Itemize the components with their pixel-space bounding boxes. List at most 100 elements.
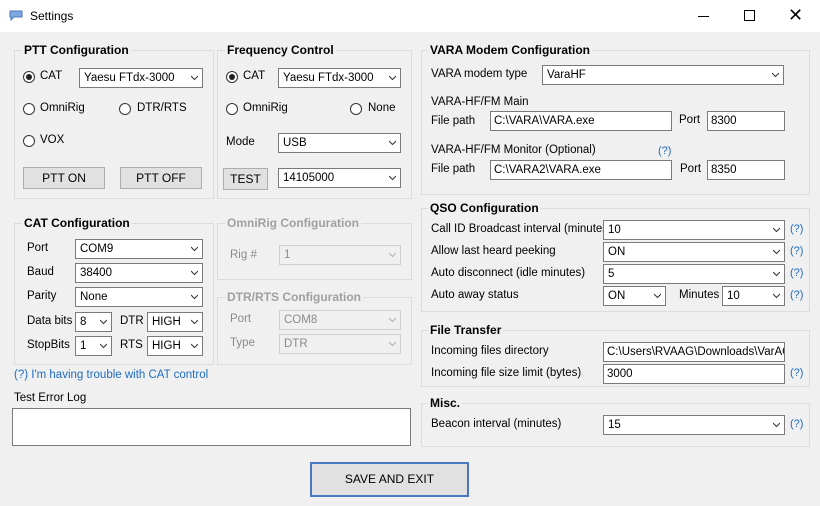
ptt-cat-radio[interactable]	[23, 71, 35, 83]
ptt-off-button[interactable]: PTT OFF	[120, 167, 202, 189]
minimize-icon	[698, 16, 709, 17]
ptt-radio-model-value: Yaesu FTdx-3000	[84, 72, 175, 84]
ft-limit-help-link[interactable]: (?)	[790, 367, 803, 379]
ptt-vox-radio[interactable]	[23, 135, 35, 147]
ptt-omnirig-radio[interactable]	[23, 103, 35, 115]
cat-config-title: CAT Configuration	[22, 216, 132, 230]
dtrrts-config-title: DTR/RTS Configuration	[225, 290, 363, 304]
qso-callid-help-link[interactable]: (?)	[790, 223, 803, 235]
ft-dir-label: Incoming files directory	[431, 345, 549, 357]
chevron-down-icon	[191, 246, 198, 252]
qso-autoaway-value: ON	[608, 290, 626, 302]
cat-databits-label: Data bits	[27, 315, 73, 327]
freq-omnirig-radio[interactable]	[226, 103, 238, 115]
qso-callid-select[interactable]: 10	[603, 220, 785, 240]
cat-stopbits-label: StopBits	[27, 339, 70, 351]
vara-monitor-label: VARA-HF/FM Monitor (Optional)	[431, 144, 596, 156]
ft-dir-input[interactable]: C:\Users\RVAAG\Downloads\VarAC	[603, 342, 785, 362]
cat-stopbits-select[interactable]: 1	[75, 336, 112, 356]
cat-databits-select[interactable]: 8	[75, 312, 112, 332]
qso-lastheard-select[interactable]: ON	[603, 242, 785, 262]
dtrrts-type-label: Type	[230, 337, 255, 349]
chat-bubble-icon	[9, 10, 23, 21]
chevron-down-icon	[389, 140, 396, 146]
vara-main-port-value: 8300	[711, 115, 737, 127]
qso-minutes-value: 10	[727, 290, 740, 302]
dtrrts-config-group	[217, 297, 412, 365]
cat-parity-value: None	[80, 291, 108, 303]
chevron-down-icon	[389, 175, 396, 181]
misc-beacon-help-link[interactable]: (?)	[790, 418, 803, 430]
chevron-down-icon	[191, 294, 198, 300]
chevron-down-icon	[191, 343, 198, 349]
save-and-exit-button[interactable]: SAVE AND EXIT	[310, 462, 469, 497]
freq-frequency-value: 14105000	[283, 172, 335, 184]
maximize-icon	[744, 10, 755, 21]
misc-beacon-value: 15	[608, 419, 621, 431]
cat-trouble-link[interactable]: (?) I'm having trouble with CAT control	[14, 369, 208, 381]
vara-type-label: VARA modem type	[431, 68, 528, 80]
chevron-down-icon	[191, 319, 198, 325]
cat-port-label: Port	[27, 242, 49, 254]
vara-main-port-input[interactable]: 8300	[707, 111, 785, 131]
chevron-down-icon	[773, 249, 780, 255]
vara-main-port-label: Port	[679, 114, 701, 126]
vara-config-title: VARA Modem Configuration	[428, 43, 592, 57]
qso-callid-label: Call ID Broadcast interval (minutes)	[431, 223, 612, 235]
error-log-textarea[interactable]	[12, 408, 411, 446]
chevron-down-icon	[191, 270, 198, 276]
freq-frequency-select[interactable]: 14105000	[278, 168, 401, 188]
freq-none-label: None	[368, 102, 396, 114]
cat-baud-value: 38400	[80, 267, 112, 279]
dtrrts-type-select[interactable]: DTR	[279, 334, 401, 354]
chevron-down-icon	[654, 293, 661, 299]
cat-rts-select[interactable]: HIGH	[147, 336, 203, 356]
ft-limit-value: 3000	[607, 368, 633, 380]
qso-autoaway-select[interactable]: ON	[603, 286, 666, 306]
qso-lastheard-help-link[interactable]: (?)	[790, 245, 803, 257]
vara-main-filepath-label: File path	[431, 115, 476, 127]
omnirig-config-title: OmniRig Configuration	[225, 216, 361, 230]
vara-monitor-port-input[interactable]: 8350	[707, 160, 785, 180]
vara-monitor-help-link[interactable]: (?)	[658, 145, 671, 157]
cat-parity-select[interactable]: None	[75, 287, 203, 307]
misc-beacon-select[interactable]: 15	[603, 415, 785, 435]
freq-radio-model-select[interactable]: Yaesu FTdx-3000	[278, 68, 401, 88]
freq-mode-value: USB	[283, 137, 307, 149]
cat-baud-select[interactable]: 38400	[75, 263, 203, 283]
ptt-dtrrts-radio[interactable]	[119, 103, 131, 115]
ptt-radio-model-select[interactable]: Yaesu FTdx-3000	[79, 68, 203, 88]
vara-main-filepath-input[interactable]: C:\VARA\VARA.exe	[490, 111, 672, 131]
cat-rts-value: HIGH	[152, 340, 181, 352]
vara-type-select[interactable]: VaraHF	[542, 65, 784, 85]
vara-monitor-filepath-input[interactable]: C:\VARA2\VARA.exe	[490, 160, 672, 180]
chevron-down-icon	[100, 343, 107, 349]
vara-monitor-port-label: Port	[680, 163, 702, 175]
maximize-button[interactable]	[726, 0, 772, 32]
ptt-on-button[interactable]: PTT ON	[23, 167, 105, 189]
freq-omnirig-label: OmniRig	[243, 102, 288, 114]
freq-none-radio[interactable]	[350, 103, 362, 115]
dtrrts-port-select[interactable]: COM8	[279, 310, 401, 330]
freq-cat-radio[interactable]	[226, 71, 238, 83]
freq-cat-label: CAT	[243, 70, 266, 82]
vara-type-value: VaraHF	[547, 69, 586, 81]
omnirig-rig-select[interactable]: 1	[279, 245, 401, 265]
freq-test-button[interactable]: TEST	[223, 168, 268, 190]
cat-dtr-select[interactable]: HIGH	[147, 312, 203, 332]
cat-port-select[interactable]: COM9	[75, 239, 203, 259]
qso-minutes-select[interactable]: 10	[722, 286, 785, 306]
ft-limit-input[interactable]: 3000	[603, 364, 785, 384]
cat-rts-label: RTS	[120, 339, 143, 351]
qso-lastheard-label: Allow last heard peeking	[431, 245, 556, 257]
close-button[interactable]: ✕	[772, 0, 818, 32]
vara-main-label: VARA-HF/FM Main	[431, 96, 529, 108]
misc-title: Misc.	[428, 396, 463, 410]
qso-autodisc-select[interactable]: 5	[603, 264, 785, 284]
qso-autoaway-help-link[interactable]: (?)	[790, 289, 803, 301]
chevron-down-icon	[773, 271, 780, 277]
qso-autodisc-label: Auto disconnect (idle minutes)	[431, 267, 586, 279]
minimize-button[interactable]	[680, 0, 726, 32]
qso-autodisc-help-link[interactable]: (?)	[790, 267, 803, 279]
freq-mode-select[interactable]: USB	[278, 133, 401, 153]
